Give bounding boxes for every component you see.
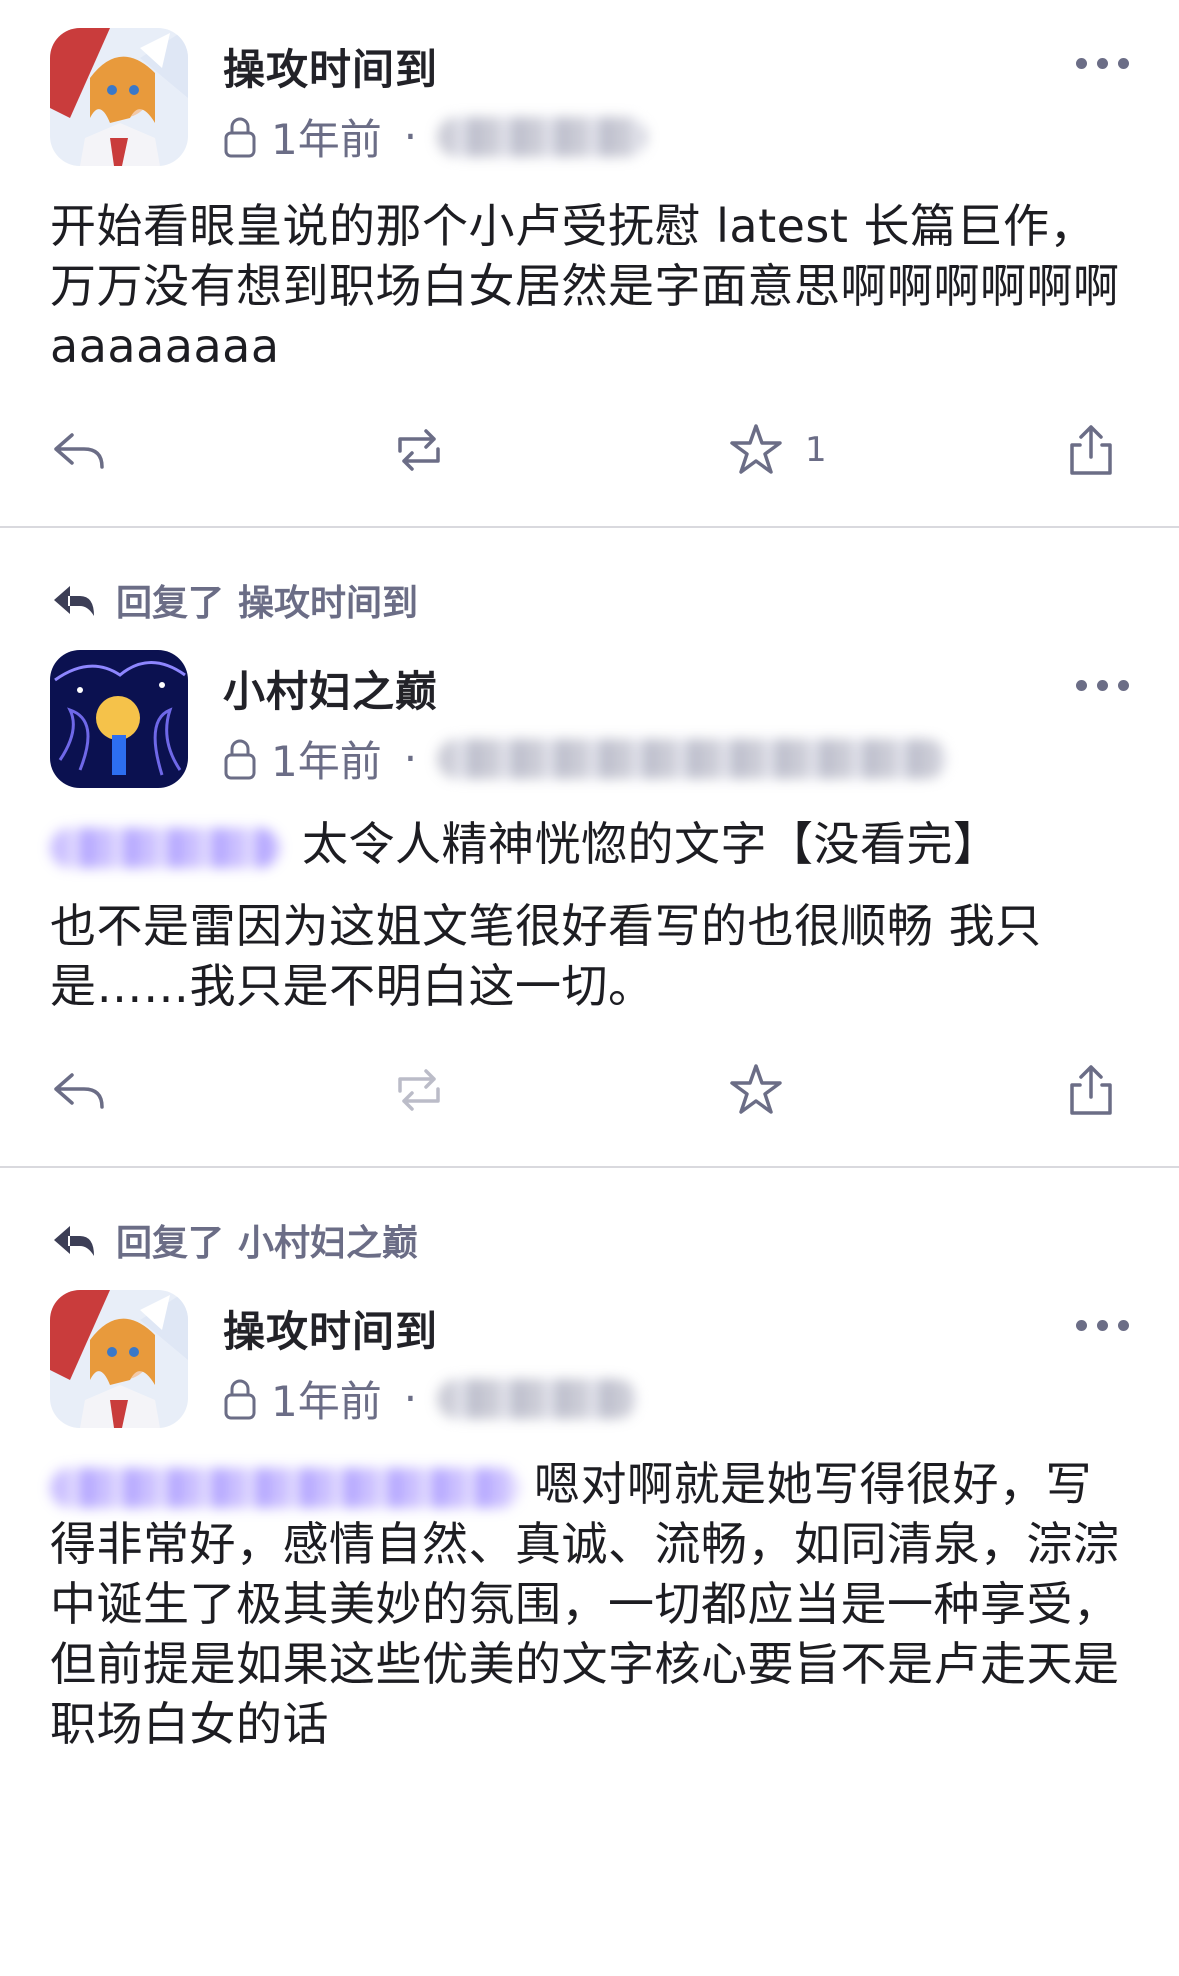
favorite-count: 1 bbox=[805, 430, 827, 470]
share-button[interactable] bbox=[1062, 421, 1120, 479]
favorite-button[interactable] bbox=[727, 1061, 785, 1119]
reply-icon bbox=[54, 1073, 104, 1109]
lock-icon bbox=[224, 1379, 256, 1419]
action-bar: 1 bbox=[50, 376, 1129, 526]
share-button[interactable] bbox=[1062, 1061, 1120, 1119]
post-meta: 1年前 · bbox=[223, 106, 648, 167]
post-header: 小村妇之巅 1年前 · bbox=[50, 650, 1129, 788]
blurred-handle bbox=[437, 738, 948, 779]
avatar[interactable] bbox=[50, 1290, 188, 1428]
reply-arrow-icon bbox=[54, 586, 94, 616]
reply-target[interactable]: 操攻时间到 bbox=[238, 574, 418, 626]
post-1[interactable]: 操攻时间到 1年前 · 开始看眼皇说的那个小卢受抚慰 latest 长篇巨作，万… bbox=[0, 0, 1179, 526]
blurred-handle bbox=[437, 116, 648, 157]
post-meta: 1年前 · bbox=[223, 1368, 638, 1429]
avatar[interactable] bbox=[50, 650, 188, 788]
post-content: 开始看眼皇说的那个小卢受抚慰 latest 长篇巨作，万万没有想到职场白女居然是… bbox=[50, 199, 1120, 373]
repost-icon bbox=[398, 1069, 440, 1111]
blurred-handle bbox=[437, 1378, 638, 1419]
post-header: 操攻时间到 1年前 · bbox=[50, 1290, 1129, 1428]
blurred-mention[interactable] bbox=[50, 827, 280, 868]
favorite-button[interactable]: 1 bbox=[727, 421, 827, 479]
lock-icon bbox=[224, 739, 256, 779]
reply-context[interactable]: 回复了 操攻时间到 bbox=[50, 578, 1129, 624]
content-first-line: 太令人精神恍惚的文字【没看完】 bbox=[50, 814, 1130, 874]
separator-dot: · bbox=[403, 734, 418, 783]
repost-icon bbox=[398, 429, 440, 471]
reply-icon bbox=[54, 433, 104, 469]
author-name[interactable]: 操攻时间到 bbox=[223, 36, 438, 97]
repost-button[interactable] bbox=[390, 1061, 448, 1119]
reply-arrow-icon bbox=[54, 1226, 94, 1256]
star-icon bbox=[730, 424, 782, 474]
more-icon[interactable] bbox=[1076, 1320, 1129, 1331]
post-3[interactable]: 回复了 小村妇之巅 操攻时间到 1年前 · 嗯对啊就是她写得很好，写得非常好，感… bbox=[0, 1166, 1179, 1754]
separator-dot: · bbox=[403, 1374, 418, 1423]
reply-prefix: 回复了 bbox=[116, 1223, 225, 1264]
post-content: 嗯对啊就是她写得很好，写得非常好，感情自然、真诚、流畅，如同清泉，淙淙中诞生了极… bbox=[50, 1454, 1130, 1754]
share-icon bbox=[1070, 1065, 1112, 1115]
reply-button[interactable] bbox=[50, 1061, 108, 1119]
action-bar bbox=[50, 1016, 1129, 1166]
avatar[interactable] bbox=[50, 28, 188, 166]
reply-prefix: 回复了 bbox=[116, 583, 225, 624]
more-icon[interactable] bbox=[1076, 680, 1129, 691]
post-2[interactable]: 回复了 操攻时间到 小村妇之巅 1年前 · 太令人精神恍惚的文字【没看完】 也不… bbox=[0, 526, 1179, 1166]
author-name[interactable]: 小村妇之巅 bbox=[223, 658, 438, 719]
author-name[interactable]: 操攻时间到 bbox=[223, 1298, 438, 1359]
post-meta: 1年前 · bbox=[223, 728, 948, 789]
post-time: 1年前 bbox=[271, 1377, 382, 1426]
repost-button[interactable] bbox=[390, 421, 448, 479]
blurred-mention[interactable] bbox=[50, 1467, 520, 1508]
reply-target[interactable]: 小村妇之巅 bbox=[238, 1214, 418, 1266]
post-content: 太令人精神恍惚的文字【没看完】 也不是雷因为这姐文笔很好看写的也很顺畅 我只是…… bbox=[50, 814, 1130, 1016]
lock-icon bbox=[224, 117, 256, 157]
star-icon bbox=[730, 1064, 782, 1114]
content-paragraph: 也不是雷因为这姐文笔很好看写的也很顺畅 我只是……我只是不明白这一切。 bbox=[50, 899, 1042, 1013]
reply-context[interactable]: 回复了 小村妇之巅 bbox=[50, 1218, 1129, 1264]
separator-dot: · bbox=[403, 112, 418, 161]
reply-button[interactable] bbox=[50, 421, 108, 479]
post-time: 1年前 bbox=[271, 737, 382, 786]
more-icon[interactable] bbox=[1076, 58, 1129, 69]
post-header: 操攻时间到 1年前 · bbox=[50, 28, 1129, 166]
share-icon bbox=[1070, 425, 1112, 475]
post-time: 1年前 bbox=[271, 115, 382, 164]
